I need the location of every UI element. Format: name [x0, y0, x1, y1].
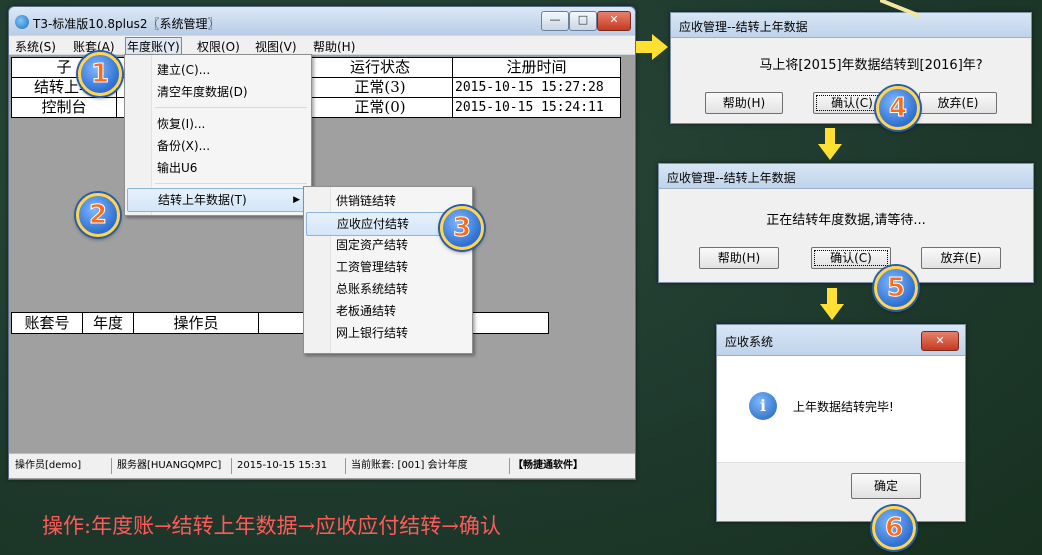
submenu-arrow-icon: ▶ [293, 195, 300, 205]
close-button[interactable]: ✕ [921, 331, 959, 351]
minimize-button[interactable]: — [541, 11, 569, 31]
arrow-down-icon [818, 128, 842, 160]
dialog-title-bar[interactable]: 应收管理--结转上年数据 [659, 164, 1033, 189]
table-cell: 正常(0) [307, 97, 453, 118]
menu-system[interactable]: 系统(S) [15, 38, 56, 55]
menu-item-supply-chain[interactable]: 供销链结转 [306, 190, 470, 212]
status-vendor: 【畅捷通软件】 [513, 460, 583, 471]
maximize-button[interactable]: □ [569, 11, 597, 31]
menu-item-export-u6[interactable]: 输出U6 [127, 157, 309, 179]
status-bar: 操作员[demo] 服务器[HUANGQMPC] 2015-10-15 15:3… [9, 453, 635, 478]
menu-item-carry-forward[interactable]: 结转上年数据(T) ▶ [127, 188, 309, 212]
confirm-dialog: 应收管理--结转上年数据 马上将[2015]年数据结转到[2016]年? 帮助(… [670, 12, 1032, 124]
instruction-caption: 操作:年度账→结转上年数据→应收应付结转→确认 [42, 514, 501, 538]
status-server: 服务器[HUANGQMPC] [113, 458, 232, 474]
dialog-message: 正在结转年度数据,请等待... [766, 213, 926, 228]
table-cell: 控制台 [11, 97, 117, 118]
menu-item-boss[interactable]: 老板通结转 [306, 300, 470, 322]
step-number: 2 [88, 200, 108, 231]
table-cell: 2015-10-15 15:27:28 [452, 77, 621, 98]
menu-item-clear-year-data[interactable]: 清空年度数据(D) [127, 81, 309, 103]
progress-dialog: 应收管理--结转上年数据 正在结转年度数据,请等待... 帮助(H) 确认(C)… [658, 163, 1034, 283]
menu-permission[interactable]: 权限(O) [197, 38, 240, 55]
menu-item-restore[interactable]: 恢复(I)... [127, 113, 309, 135]
menu-separator [155, 107, 307, 108]
window-title: T3-标准版10.8plus2〖系统管理〗 [33, 17, 220, 31]
step-badge: 2 [76, 193, 120, 237]
title-bar[interactable]: T3-标准版10.8plus2〖系统管理〗 — □ ✕ [9, 7, 635, 35]
dialog-title: 应收系统 [725, 335, 774, 349]
cancel-button[interactable]: 放弃(E) [921, 247, 1001, 269]
status-datetime: 2015-10-15 15:31 [233, 458, 346, 474]
dialog-message: 上年数据结转完毕! [793, 400, 894, 414]
dialog-title: 应收管理--结转上年数据 [667, 171, 796, 185]
column-header: 运行状态 [307, 57, 453, 78]
table-row[interactable]: 控制台 正常(0) 2015-10-15 15:24:11 [11, 97, 621, 118]
confirm-button[interactable]: 确认(C) [811, 247, 891, 269]
column-header: 操作员 [134, 313, 259, 333]
arrow-right-icon [636, 34, 668, 60]
menu-item-payroll[interactable]: 工资管理结转 [306, 256, 470, 278]
status-operator: 操作员[demo] [11, 458, 112, 474]
status-account: 当前账套: [001] 会计年度 [347, 458, 510, 474]
step-badge: 5 [874, 266, 918, 310]
table-cell: 2015-10-15 15:24:11 [452, 97, 621, 118]
year-account-menu: 建立(C)... 清空年度数据(D) 恢复(I)... 备份(X)... 输出U… [124, 54, 312, 216]
complete-dialog: 应收系统 ✕ i 上年数据结转完毕! 确定 [716, 324, 966, 522]
dialog-title-bar[interactable]: 应收管理--结转上年数据 [671, 13, 1031, 38]
dialog-body: 马上将[2015]年数据结转到[2016]年? 帮助(H) 确认(C) 放弃(E… [671, 38, 1031, 123]
step-badge: 1 [78, 52, 122, 96]
arrow-down-icon [820, 288, 844, 320]
menu-item-label: 结转上年数据(T) [158, 193, 247, 207]
menu-item-general-ledger[interactable]: 总账系统结转 [306, 278, 470, 300]
step-number: 6 [884, 513, 904, 544]
info-icon: i [749, 392, 777, 420]
dialog-message: 马上将[2015]年数据结转到[2016]年? [759, 58, 983, 73]
menu-item-create[interactable]: 建立(C)... [127, 59, 309, 81]
table-cell: 正常(3) [307, 77, 453, 98]
cancel-button[interactable]: 放弃(E) [919, 92, 997, 114]
menu-separator [155, 183, 307, 184]
close-button[interactable]: ✕ [597, 11, 631, 31]
menu-help[interactable]: 帮助(H) [313, 38, 355, 55]
menu-view[interactable]: 视图(V) [255, 38, 297, 55]
dialog-body: 正在结转年度数据,请等待... 帮助(H) 确认(C) 放弃(E) [659, 189, 1033, 282]
step-badge: 6 [872, 506, 916, 550]
dialog-title-bar[interactable]: 应收系统 ✕ [717, 325, 965, 356]
dialog-title: 应收管理--结转上年数据 [679, 20, 808, 34]
app-icon [15, 15, 29, 29]
column-header: 注册时间 [452, 57, 621, 78]
step-number: 3 [452, 213, 472, 244]
chalk-mark [880, 0, 921, 18]
column-header: 账套号 [12, 313, 83, 333]
help-button[interactable]: 帮助(H) [705, 92, 783, 114]
menu-item-online-bank[interactable]: 网上银行结转 [306, 322, 470, 344]
step-badge: 3 [440, 206, 484, 250]
dialog-footer: 确定 [717, 462, 965, 521]
step-badge: 4 [876, 86, 920, 130]
step-number: 5 [886, 273, 906, 304]
column-header: 年度 [83, 313, 134, 333]
step-number: 4 [888, 93, 908, 124]
menu-item-backup[interactable]: 备份(X)... [127, 135, 309, 157]
step-number: 1 [90, 59, 110, 90]
dialog-body: i 上年数据结转完毕! 确定 [717, 356, 965, 521]
ok-button[interactable]: 确定 [851, 473, 921, 499]
help-button[interactable]: 帮助(H) [699, 247, 779, 269]
